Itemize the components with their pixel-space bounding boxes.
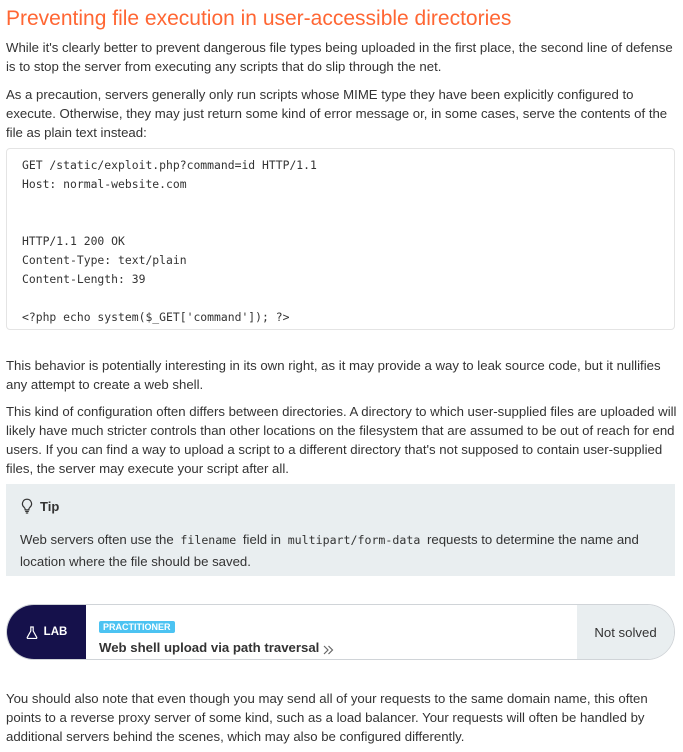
lab-badge: LAB [7,605,86,659]
lab-title-link[interactable]: Web shell upload via path traversal [99,640,564,655]
lab-badge-label: LAB [43,626,68,638]
lab-card[interactable]: LAB PRACTITIONER Web shell upload via pa… [6,604,675,660]
code-line: HTTP/1.1 200 OK [22,234,125,248]
lab-status: Not solved [577,605,674,659]
lightbulb-icon [20,498,34,514]
http-code-block[interactable]: GET /static/exploit.php?command=id HTTP/… [6,148,675,330]
lab-title: Web shell upload via path traversal [99,640,320,655]
tip-text-middle: field in [242,532,282,547]
code-line: Host: normal-website.com [22,177,187,191]
double-chevron-right-icon [323,643,334,654]
configuration-paragraph: This kind of configuration often differs… [6,404,677,476]
code-line: <?php echo system($_GET['command']); ?> [22,310,290,324]
flask-icon [26,625,38,639]
lab-info: PRACTITIONER Web shell upload via path t… [86,605,577,659]
level-badge: PRACTITIONER [99,621,175,633]
tip-text: Web servers often use the filename field… [20,529,661,572]
behavior-paragraph: This behavior is potentially interesting… [6,358,661,392]
tip-code-filename: filename [180,533,237,547]
intro-paragraph: While it's clearly better to prevent dan… [6,40,673,74]
tip-text-before: Web servers often use the [20,532,174,547]
tip-code-multipart: multipart/form-data [287,533,421,547]
proxy-note-paragraph: You should also note that even though yo… [6,691,648,744]
tip-box: Tip Web servers often use the filename f… [6,484,675,576]
precaution-paragraph: As a precaution, servers generally only … [6,87,668,140]
code-line: Content-Length: 39 [22,272,146,286]
code-line: GET /static/exploit.php?command=id HTTP/… [22,158,317,172]
tip-header: Tip [20,496,661,516]
tip-title: Tip [40,498,60,514]
code-line: Content-Type: text/plain [22,253,187,267]
section-title: Preventing file execution in user-access… [6,7,512,30]
